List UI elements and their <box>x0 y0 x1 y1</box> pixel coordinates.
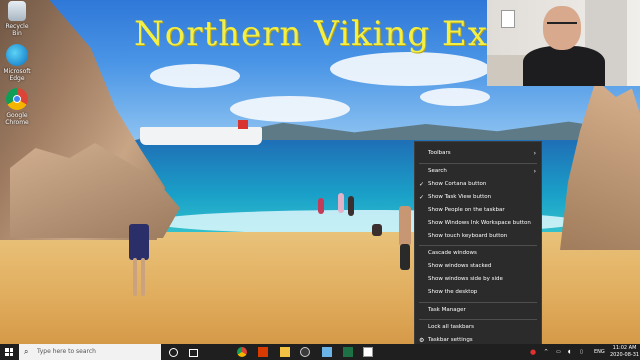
menu-item-show-people[interactable]: Show People on the taskbar <box>415 204 541 217</box>
taskbar[interactable]: ⌕ Type here to search ● ^ ▭ ◖ ▯ ENG 11:0… <box>0 344 640 360</box>
desktop-icon-label: Google Chrome <box>5 112 29 126</box>
battery-icon[interactable]: ▯ <box>580 346 583 358</box>
menu-item-label: Show windows side by side <box>428 276 503 282</box>
clock-date: 2020-08-31 <box>610 352 640 358</box>
language-indicator[interactable]: ENG <box>594 346 605 358</box>
menu-item-label: Show People on the taskbar <box>428 207 505 213</box>
presenter-glasses <box>547 22 577 30</box>
desktop-icon-label: Recycle Bin <box>5 23 29 37</box>
start-button[interactable] <box>0 344 18 360</box>
cloud <box>420 88 490 106</box>
hidden-icons-chevron-icon[interactable]: ^ <box>544 346 548 358</box>
ship-funnel <box>238 120 248 129</box>
menu-item-label: Cascade windows <box>428 250 477 256</box>
person <box>129 224 149 260</box>
chevron-right-icon: › <box>533 168 536 175</box>
files-icon[interactable] <box>322 347 332 357</box>
person-leg <box>141 258 145 296</box>
menu-item-task-manager[interactable]: Task Manager <box>415 304 541 317</box>
menu-separator <box>419 163 537 164</box>
desktop-icon-recycle-bin[interactable]: Recycle Bin <box>2 1 32 37</box>
menu-item-label: Show Task View button <box>428 194 492 200</box>
person <box>400 244 410 270</box>
checkmark-icon: ✓ <box>419 194 425 201</box>
search-icon: ⌕ <box>24 347 29 356</box>
menu-item-label: Task Manager <box>428 307 466 313</box>
menu-separator <box>419 245 537 246</box>
volume-icon[interactable]: ◖ <box>568 346 571 358</box>
cloud <box>330 52 490 86</box>
menu-item-cascade-windows[interactable]: Cascade windows <box>415 247 541 260</box>
person <box>348 196 354 216</box>
menu-item-search[interactable]: Search › <box>415 165 541 178</box>
menu-item-label: Show the desktop <box>428 289 478 295</box>
file-explorer-icon[interactable] <box>280 347 290 357</box>
excel-icon[interactable] <box>343 347 353 357</box>
obs-icon[interactable] <box>300 347 310 357</box>
menu-separator <box>419 319 537 320</box>
task-view-icon[interactable] <box>189 349 198 357</box>
menu-separator <box>419 302 537 303</box>
person <box>372 224 382 236</box>
person <box>318 198 324 214</box>
cortana-icon[interactable] <box>169 348 178 357</box>
menu-item-show-touch-keyboard[interactable]: Show touch keyboard button <box>415 230 541 243</box>
person-leg <box>133 258 137 296</box>
menu-item-label: Show windows stacked <box>428 263 492 269</box>
edge-icon <box>6 44 28 66</box>
menu-item-show-task-view-button[interactable]: ✓ Show Task View button <box>415 191 541 204</box>
search-box[interactable]: ⌕ Type here to search <box>19 344 161 360</box>
menu-item-show-the-desktop[interactable]: Show the desktop <box>415 286 541 299</box>
menu-item-show-ink-workspace[interactable]: Show Windows Ink Workspace button <box>415 217 541 230</box>
desktop-icon-edge[interactable]: Microsoft Edge <box>2 44 32 82</box>
menu-item-show-windows-side-by-side[interactable]: Show windows side by side <box>415 273 541 286</box>
menu-item-label: Show Cortana button <box>428 181 487 187</box>
chevron-right-icon: › <box>533 150 536 157</box>
menu-item-lock-all-taskbars[interactable]: Lock all taskbars <box>415 321 541 334</box>
chrome-icon[interactable] <box>237 347 247 357</box>
menu-item-show-windows-stacked[interactable]: Show windows stacked <box>415 260 541 273</box>
menu-item-label: Toolbars <box>428 150 451 156</box>
menu-item-label: Show Windows Ink Workspace button <box>428 220 531 226</box>
desktop-icon-chrome[interactable]: Google Chrome <box>2 88 32 126</box>
clock-time: 11:02 AM <box>612 345 637 351</box>
cruise-ship <box>140 127 262 145</box>
search-placeholder: Type here to search <box>37 348 96 355</box>
cloud <box>230 96 350 122</box>
taskbar-clock[interactable]: 11:02 AM 2020-08-31 <box>610 345 639 359</box>
recycle-bin-icon <box>8 1 26 21</box>
picture-frame <box>501 10 515 28</box>
taskbar-context-menu: Toolbars › Search › ✓ Show Cortana butto… <box>414 141 542 348</box>
notification-alert-icon[interactable]: ● <box>530 346 536 358</box>
beach-sand <box>0 232 640 344</box>
person <box>399 206 411 246</box>
cloud <box>150 64 240 88</box>
menu-item-show-cortana-button[interactable]: ✓ Show Cortana button <box>415 178 541 191</box>
checkmark-icon: ✓ <box>419 181 425 188</box>
menu-item-label: Search <box>428 168 447 174</box>
network-icon[interactable]: ▭ <box>556 346 561 358</box>
desktop-icon-label: Microsoft Edge <box>3 68 31 82</box>
menu-item-label: Show touch keyboard button <box>428 233 508 239</box>
mail-icon[interactable] <box>363 347 373 357</box>
menu-item-label: Lock all taskbars <box>428 324 475 330</box>
person <box>338 193 344 213</box>
webcam-overlay <box>487 0 640 86</box>
windows-logo-icon <box>5 348 13 356</box>
menu-item-toolbars[interactable]: Toolbars › <box>415 147 541 160</box>
office-icon[interactable] <box>258 347 268 357</box>
presenter-shirt <box>523 46 605 86</box>
chrome-icon <box>6 88 28 110</box>
